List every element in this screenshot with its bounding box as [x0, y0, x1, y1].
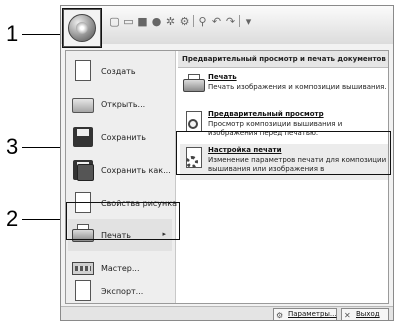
menu-item-label: Мастер...	[101, 263, 140, 273]
menu-item-export[interactable]: Экспорт...	[68, 275, 172, 307]
highlight-print-setup	[176, 131, 391, 175]
submenu-item-description: Печать изображения и композиции вышивани…	[208, 83, 387, 91]
submenu-item-title: Печать	[208, 73, 237, 81]
menu-item-label: Открыть...	[101, 99, 146, 109]
submenu-header: Предварительный просмотр и печать докуме…	[178, 51, 388, 68]
toolbar-separator	[193, 15, 194, 27]
save-as-icon	[71, 158, 95, 182]
printer-icon	[182, 73, 205, 97]
exit-button[interactable]: ✕ Выход	[341, 308, 389, 320]
callout-1: 1	[6, 21, 19, 46]
callout-2: 2	[6, 206, 19, 231]
callout-1-line	[22, 34, 64, 35]
menu-item-save[interactable]: Сохранить	[68, 121, 172, 153]
menu-footer: ⚙ Параметры... ✕ Выход	[61, 306, 393, 320]
print-submenu: Предварительный просмотр и печать докуме…	[178, 51, 388, 303]
toolbar-separator	[239, 15, 240, 27]
submenu-item-title: Предварительный просмотр	[208, 110, 324, 118]
open-icon[interactable]: ▭	[123, 16, 134, 27]
menu-item-label: Сохранить	[101, 132, 146, 142]
submenu-item-print[interactable]: Печать Печать изображения и композиции в…	[180, 71, 388, 107]
export-icon	[71, 279, 95, 303]
quick-access-toolbar: ▢ ▭ ■ ● ✲ ⚙ ⚲ ↶ ↷ ▾	[109, 15, 254, 27]
options-button-label: Параметры...	[288, 310, 337, 318]
menu-item-open[interactable]: Открыть...	[68, 88, 172, 120]
stitch-icon[interactable]: ✲	[165, 16, 176, 27]
open-folder-icon	[71, 92, 95, 116]
options-button[interactable]: ⚙ Параметры...	[273, 308, 337, 320]
save-icon[interactable]: ■	[137, 16, 148, 27]
customize-toolbar-icon[interactable]: ▾	[243, 16, 254, 27]
callout-3: 3	[6, 134, 19, 159]
close-icon: ✕	[344, 311, 351, 320]
redo-icon[interactable]: ↷	[225, 16, 236, 27]
save-disk-icon	[71, 125, 95, 149]
gear-icon: ⚙	[276, 311, 284, 320]
menu-item-label: Создать	[101, 66, 136, 76]
new-document-icon	[71, 59, 95, 83]
new-icon[interactable]: ▢	[109, 16, 120, 27]
highlight-application-button	[62, 8, 102, 48]
zoom-icon[interactable]: ⚲	[197, 16, 208, 27]
settings-icon[interactable]: ⚙	[179, 16, 190, 27]
menu-commands: Создать Открыть... Сохранить Сохранить к…	[66, 51, 177, 303]
undo-icon[interactable]: ↶	[211, 16, 222, 27]
print-icon[interactable]: ●	[151, 16, 162, 27]
application-menu: Создать Открыть... Сохранить Сохранить к…	[65, 50, 389, 304]
menu-item-label: Сохранить как...	[101, 165, 171, 175]
exit-button-label: Выход	[356, 310, 380, 318]
menu-item-save-as[interactable]: Сохранить как...	[68, 154, 172, 186]
menu-item-new[interactable]: Создать	[68, 55, 172, 87]
menu-item-label: Экспорт...	[101, 286, 144, 296]
highlight-print-item	[66, 202, 180, 240]
